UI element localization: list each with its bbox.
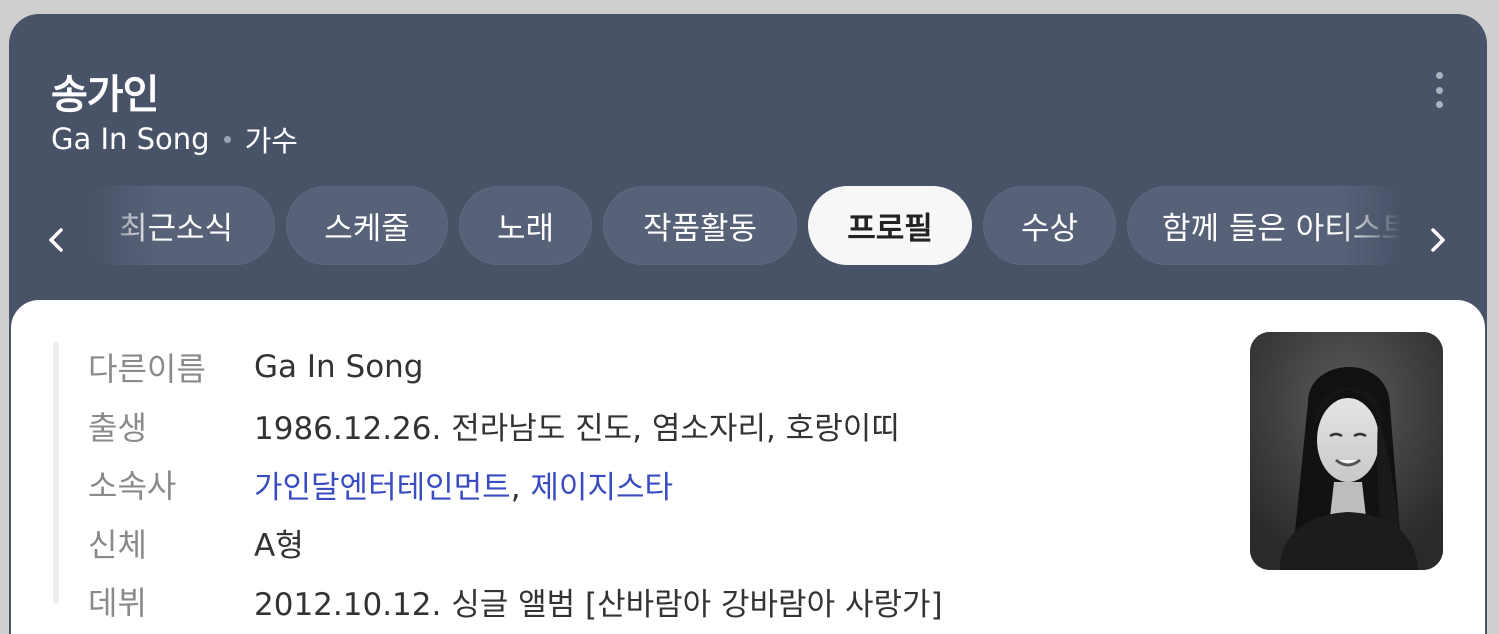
artist-photo[interactable] <box>1250 332 1443 570</box>
occupation: 가수 <box>244 124 298 158</box>
tab-schedule[interactable]: 스케줄 <box>286 185 448 265</box>
tab-bar: 최근소식 스케줄 노래 작품활동 프로필 수상 함께 들은 아티스트 <box>89 185 1399 265</box>
tab-works[interactable]: 작품활동 <box>603 185 797 265</box>
chevron-right-icon[interactable] <box>1423 220 1453 260</box>
info-label: 출생 <box>88 408 147 447</box>
separator-dot <box>223 135 231 143</box>
info-value: Ga In Song <box>254 349 424 386</box>
info-row-birth: 출생 1986.12.26. 전라남도 진도, 염소자리, 호랑이띠 <box>88 397 943 456</box>
agency-separator: , <box>510 469 531 506</box>
tab-related-artists[interactable]: 함께 들은 아티스트 <box>1127 185 1399 265</box>
tab-label: 노래 <box>496 210 555 247</box>
info-value: 2012.10.12. 싱글 앨범 [산바람아 강바람아 사랑가] <box>254 586 943 623</box>
profile-info-list: 다른이름 Ga In Song 출생 1986.12.26. 전라남도 진도, … <box>88 338 943 631</box>
profile-panel: 다른이름 Ga In Song 출생 1986.12.26. 전라남도 진도, … <box>11 300 1485 634</box>
info-label: 소속사 <box>88 467 177 506</box>
agency-link[interactable]: 가인달엔터테인먼트 <box>254 470 511 506</box>
info-label: 데뷔 <box>88 584 147 623</box>
chevron-left-icon[interactable] <box>41 220 71 260</box>
info-row-agency: 소속사 가인달엔터테인먼트, 제이지스타 <box>88 455 943 514</box>
artist-subtitle: Ga In Song 가수 <box>51 118 298 160</box>
tab-profile[interactable]: 프로필 <box>808 185 972 265</box>
info-row-other-name: 다른이름 Ga In Song <box>88 338 943 397</box>
info-row-debut: 데뷔 2012.10.12. 싱글 앨범 [산바람아 강바람아 사랑가] <box>88 572 943 631</box>
tab-label: 수상 <box>1020 210 1079 247</box>
profile-card: 송가인 Ga In Song 가수 최근소식 스케줄 노래 작품활동 프로필 수… <box>9 14 1487 634</box>
tab-awards[interactable]: 수상 <box>983 185 1116 265</box>
tab-label: 프로필 <box>847 210 933 247</box>
info-value: 1986.12.26. 전라남도 진도, 염소자리, 호랑이띠 <box>254 411 900 448</box>
info-label: 신체 <box>88 525 147 564</box>
tab-news[interactable]: 최근소식 <box>89 185 275 265</box>
tab-label: 작품활동 <box>642 210 758 247</box>
tab-label: 최근소식 <box>118 210 234 247</box>
info-label: 다른이름 <box>88 350 206 389</box>
info-value: A형 <box>254 528 304 565</box>
english-name: Ga In Song <box>51 122 210 156</box>
artist-name: 송가인 <box>51 72 159 118</box>
tab-label: 스케줄 <box>324 210 410 247</box>
tab-label: 함께 들은 아티스트 <box>1162 210 1399 247</box>
info-side-bar <box>53 342 59 604</box>
info-value: 가인달엔터테인먼트, 제이지스타 <box>254 462 673 507</box>
more-vertical-icon[interactable] <box>1431 72 1447 108</box>
tab-songs[interactable]: 노래 <box>459 185 592 265</box>
agency-link[interactable]: 제이지스타 <box>530 470 673 506</box>
info-row-body: 신체 A형 <box>88 514 943 573</box>
